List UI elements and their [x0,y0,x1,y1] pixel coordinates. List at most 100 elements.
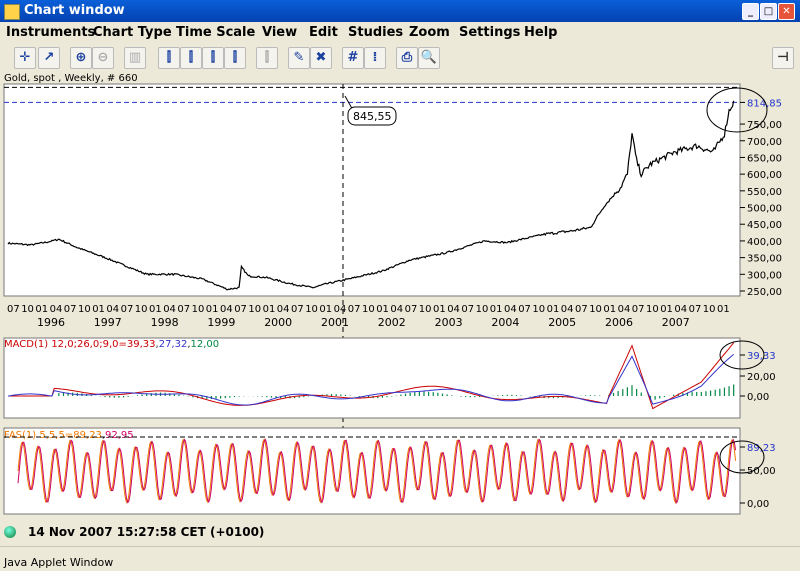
x-year-label: 1997 [94,316,122,329]
x-month-label: 04 [106,304,119,315]
x-month-label: 07 [348,304,361,315]
x-month-label: 07 [575,304,588,315]
x-year-label: 2001 [321,316,349,329]
ohlc-2-button[interactable]: ⫿ [180,47,202,69]
x-month-label: 10 [192,304,205,315]
x-month-label: 01 [490,304,503,315]
ohlc-1-button[interactable]: ⫿ [158,47,180,69]
price-y-tick-label: 400,00 [747,237,782,248]
eraser-button[interactable]: ✎ [288,47,310,69]
menu-zoom[interactable]: Zoom [409,25,450,40]
ohlc-3-button[interactable]: ⫿ [202,47,224,69]
x-month-label: 04 [390,304,403,315]
menu-chart-type[interactable]: Chart Type [93,25,172,40]
price-y-tick-label: 814,85 [747,98,782,109]
window-title: Chart window [24,3,125,18]
x-month-label: 10 [78,304,91,315]
x-month-label: 01 [319,304,332,315]
x-month-label: 01 [433,304,446,315]
menu-studies[interactable]: Studies [348,25,403,40]
applet-footer: Java Applet Window [0,546,800,571]
x-month-label: 10 [21,304,34,315]
x-month-label: 04 [504,304,517,315]
ohlc-disabled-button[interactable]: ⫿ [256,47,278,69]
x-month-label: 07 [291,304,304,315]
delete-button[interactable]: ✖ [310,47,332,69]
x-month-label: 04 [50,304,63,315]
zoom-in-button[interactable]: ⊕ [70,47,92,69]
x-year-label: 2006 [605,316,633,329]
price-y-tick-label: 500,00 [747,204,782,215]
status-text: 14 Nov 2007 15:27:58 CET (+0100) [28,525,265,539]
x-month-label: 01 [376,304,389,315]
bar-view-button[interactable]: ▥ [124,47,146,69]
pin-button[interactable]: ⊣ [772,47,794,69]
x-year-label: 2004 [491,316,519,329]
macd-y-tick-label: 20,00 [747,372,776,383]
x-month-label: 07 [64,304,77,315]
x-month-label: 04 [674,304,687,315]
x-month-label: 07 [461,304,474,315]
macd-y-tick-label: 0,00 [747,392,769,403]
x-year-label: 2005 [548,316,576,329]
price-y-tick-label: 650,00 [747,153,782,164]
x-year-label: 1998 [151,316,179,329]
x-month-label: 10 [646,304,659,315]
x-month-label: 10 [305,304,318,315]
x-year-label: 1999 [207,316,235,329]
print-preview-button[interactable]: 🔍 [418,47,440,69]
studies-button[interactable]: ⁞ [364,47,386,69]
price-y-tick-label: 350,00 [747,254,782,265]
x-year-label: 1996 [37,316,65,329]
chart-area[interactable]: Gold, spot , Weekly, # 660 250,00 300,00 3… [0,70,800,518]
x-month-label: 01 [547,304,560,315]
x-month-label: 01 [660,304,673,315]
menu-bar: Instruments Chart Type Time Scale View E… [0,22,800,44]
x-month-label: 07 [689,304,702,315]
title-bar: Chart window _ □ ✕ [0,0,800,22]
maximize-button[interactable]: □ [760,3,777,20]
x-month-label: 07 [177,304,190,315]
x-month-label: 07 [405,304,418,315]
x-month-label: 10 [362,304,375,315]
price-y-tick-label: 250,00 [747,287,782,298]
grid-button[interactable]: # [342,47,364,69]
zoom-out-button[interactable]: ⊖ [92,47,114,69]
x-month-label: 10 [703,304,716,315]
x-month-label: 01 [603,304,616,315]
x-month-label: 07 [632,304,645,315]
x-month-label: 10 [589,304,602,315]
menu-edit[interactable]: Edit [309,25,338,40]
print-button[interactable]: ⎙ [396,47,418,69]
x-month-label: 07 [7,304,20,315]
menu-view[interactable]: View [262,25,297,40]
close-button[interactable]: ✕ [778,3,795,20]
x-month-label: 01 [263,304,276,315]
x-month-label: 04 [163,304,176,315]
chart-svg[interactable]: Gold, spot , Weekly, # 660 250,00 300,00 3… [0,70,800,518]
price-y-tick-label: 700,00 [747,137,782,148]
x-month-label: 04 [334,304,347,315]
connection-status-icon [4,526,16,538]
x-year-label: 2002 [378,316,406,329]
draw-trend-button[interactable]: ↗ [38,47,60,69]
price-y-tick-label: 300,00 [747,270,782,281]
menu-instruments[interactable]: Instruments [6,25,95,40]
menu-settings[interactable]: Settings [459,25,520,40]
x-month-label: 01 [92,304,105,315]
macd-panel-title: MACD(1) 12,0;26,0;9,0=39,33,27,32,12,00 [4,339,219,350]
x-month-label: 10 [135,304,148,315]
app-icon [4,4,20,20]
x-month-label: 04 [561,304,574,315]
ohlc-4-button[interactable]: ⫿ [224,47,246,69]
x-month-label: 10 [476,304,489,315]
crosshair-button[interactable]: ✛ [14,47,36,69]
menu-help[interactable]: Help [524,25,557,40]
minimize-button[interactable]: _ [742,3,759,20]
x-year-label: 2003 [435,316,463,329]
price-panel-title: Gold, spot , Weekly, # 660 [4,73,138,84]
menu-time-scale[interactable]: Time Scale [176,25,255,40]
x-month-label: 01 [206,304,219,315]
x-year-label: 2000 [264,316,292,329]
x-month-label: 04 [618,304,631,315]
